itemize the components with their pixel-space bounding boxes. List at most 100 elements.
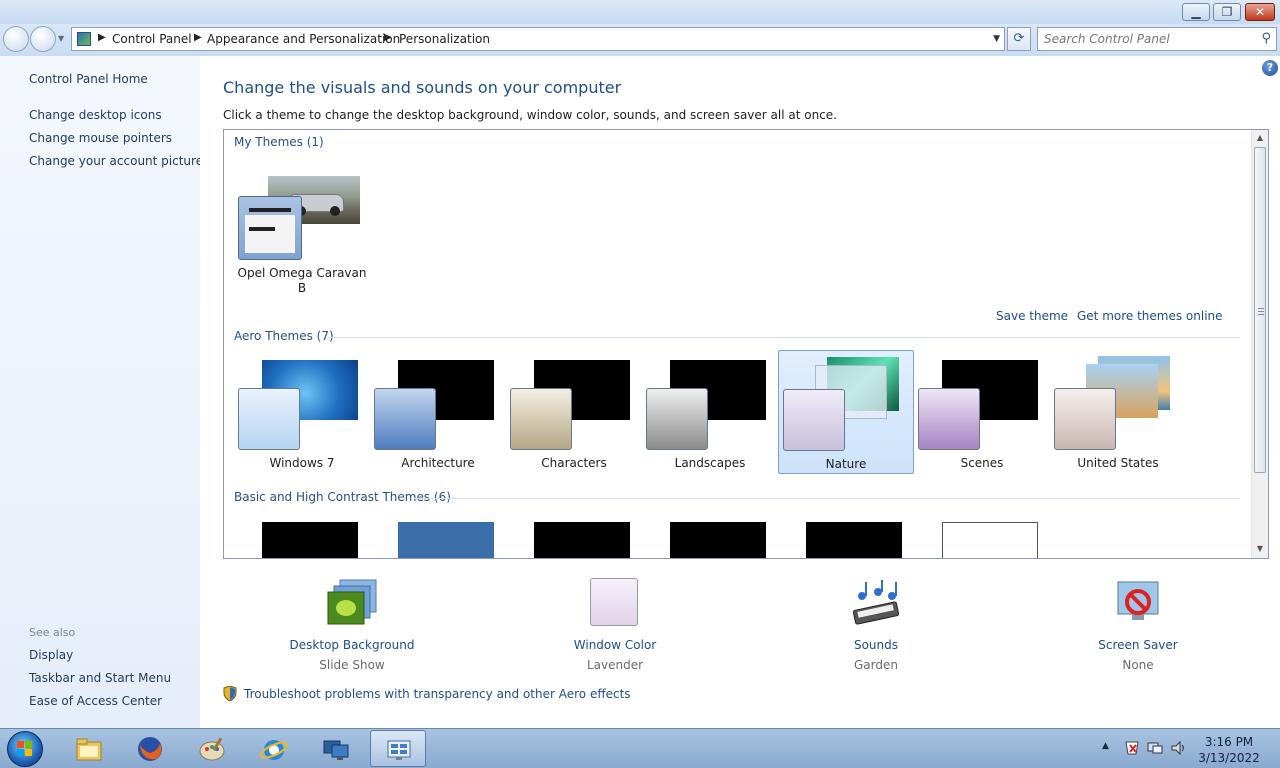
basic-wallpaper-thumbnail — [262, 522, 358, 558]
theme-label: Windows 7 — [269, 456, 335, 470]
breadcrumb-separator-icon[interactable]: ▶ — [384, 32, 392, 43]
taskbar-control-panel[interactable] — [370, 730, 426, 767]
basic-wallpaper-thumbnail — [806, 522, 902, 558]
theme-opel-omega-caravan-b[interactable]: Opel Omega Caravan B — [234, 166, 370, 296]
setting-name[interactable]: Window Color — [535, 638, 695, 652]
basic-theme-thumbnail[interactable] — [778, 512, 914, 559]
refresh-button[interactable]: ⟳ — [1007, 27, 1031, 51]
volume-icon[interactable] — [1171, 740, 1187, 756]
theme-label: Landscapes — [674, 456, 746, 470]
theme-nature[interactable]: Nature — [778, 350, 914, 474]
breadcrumb-separator-icon[interactable]: ▶ — [98, 32, 106, 43]
window-color-preview — [374, 558, 436, 559]
theme-list-scrollbar[interactable]: ▲ ▼ — [1251, 130, 1268, 558]
clock-date: 3/13/2022 — [1198, 751, 1260, 765]
theme-list[interactable]: My Themes (1) Opel Omega Caravan B Save … — [223, 129, 1269, 559]
network-icon[interactable] — [1147, 740, 1163, 756]
ease-of-access-link[interactable]: Ease of Access Center — [29, 694, 162, 708]
window-color-preview — [510, 558, 572, 559]
basic-wallpaper-thumbnail — [942, 522, 1038, 558]
window-color-preview — [782, 558, 844, 559]
theme-architecture[interactable]: Architecture — [370, 350, 506, 474]
system-clock[interactable]: 3:16 PM 3/13/2022 — [1194, 734, 1264, 766]
window-color-preview — [783, 389, 845, 451]
window-preview-page — [245, 215, 295, 253]
taskbar-windows-explorer[interactable] — [61, 730, 117, 767]
scroll-down-arrow-icon[interactable]: ▼ — [1252, 544, 1268, 553]
forward-button[interactable] — [30, 26, 56, 52]
breadcrumb-personalization[interactable]: Personalization — [399, 32, 490, 46]
help-icon[interactable]: ? — [1262, 60, 1278, 76]
setting-value: Slide Show — [319, 658, 385, 672]
sounds-icon — [852, 580, 900, 625]
taskbar-firefox[interactable] — [122, 730, 178, 767]
window-color-icon — [590, 578, 638, 626]
car-wheel-shape — [330, 206, 340, 216]
show-hidden-icons-icon[interactable]: ▲ — [1102, 741, 1109, 751]
change-mouse-pointers-link[interactable]: Change mouse pointers — [29, 131, 172, 145]
theme-label: Architecture — [401, 456, 475, 470]
basic-theme-thumbnail[interactable] — [506, 512, 642, 559]
control-panel-home-link[interactable]: Control Panel Home — [29, 72, 148, 86]
taskbar-internet-explorer[interactable] — [246, 730, 302, 767]
theme-landscapes[interactable]: Landscapes — [642, 350, 778, 474]
taskbar-start-menu-link[interactable]: Taskbar and Start Menu — [29, 671, 171, 685]
basic-theme-thumbnail[interactable] — [234, 512, 370, 558]
remote-desktop-icon — [323, 740, 349, 760]
basic-wallpaper-thumbnail — [534, 522, 630, 558]
setting-name[interactable]: Desktop Background — [272, 638, 432, 652]
display-link[interactable]: Display — [29, 648, 73, 662]
window-color-preview — [238, 196, 302, 260]
back-button[interactable] — [3, 26, 29, 52]
address-bar[interactable]: ▶ Control Panel ▶ Appearance and Persona… — [71, 27, 1005, 51]
breadcrumb-separator-icon[interactable]: ▶ — [194, 32, 202, 43]
restore-button[interactable]: ❐ — [1213, 3, 1241, 21]
recent-pages-dropdown-icon[interactable]: ▼ — [58, 34, 64, 43]
scrollbar-thumb[interactable] — [1254, 147, 1266, 473]
taskbar-remote-desktop[interactable] — [308, 730, 364, 767]
search-input[interactable] — [1044, 29, 1254, 49]
theme-scenes[interactable]: Scenes — [914, 350, 1050, 474]
basic-wallpaper-thumbnail — [670, 522, 766, 558]
scroll-up-arrow-icon[interactable]: ▲ — [1252, 133, 1268, 142]
breadcrumb-appearance[interactable]: Appearance and Personalization — [207, 32, 400, 46]
change-desktop-icons-link[interactable]: Change desktop icons — [29, 108, 162, 122]
save-theme-link[interactable]: Save theme — [996, 309, 1068, 323]
action-center-icon[interactable] — [1124, 740, 1140, 756]
theme-united-states[interactable]: United States — [1050, 350, 1186, 474]
close-button[interactable]: ✕ — [1245, 3, 1275, 21]
search-icon[interactable]: ⚲ — [1261, 31, 1271, 46]
window-color-preview — [510, 388, 572, 450]
basic-theme-thumbnail[interactable] — [370, 512, 506, 559]
get-more-themes-link[interactable]: Get more themes online — [1077, 309, 1223, 323]
taskbar-paint[interactable] — [184, 730, 240, 767]
address-dropdown-icon[interactable]: ▼ — [993, 34, 1000, 44]
restore-icon: ❐ — [1221, 5, 1233, 19]
firefox-icon — [138, 737, 162, 761]
window-color-preview — [646, 558, 708, 559]
breadcrumb-control-panel[interactable]: Control Panel — [112, 32, 192, 46]
setting-value: Lavender — [586, 658, 644, 672]
screen-saver-icon — [1117, 581, 1159, 620]
setting-name[interactable]: Screen Saver — [1058, 638, 1218, 652]
minimize-button[interactable]: ▁ — [1182, 3, 1210, 21]
window-color-preview — [374, 388, 436, 450]
window-color-preview — [238, 388, 300, 450]
page-subtitle: Click a theme to change the desktop back… — [223, 108, 837, 122]
navigation-bar: ▼ ▶ Control Panel ▶ Appearance and Perso… — [0, 24, 1280, 56]
search-box[interactable]: ⚲ — [1037, 27, 1277, 51]
theme-characters[interactable]: Characters — [506, 350, 642, 474]
window-color-preview — [1054, 388, 1116, 450]
change-account-picture-link[interactable]: Change your account picture — [29, 154, 203, 168]
basic-theme-thumbnail[interactable] — [914, 512, 1050, 558]
scrollbar-grip — [1258, 308, 1264, 315]
title-bar: ▁ ❐ ✕ — [0, 0, 1280, 24]
setting-name[interactable]: Sounds — [796, 638, 956, 652]
theme-windows-7[interactable]: Windows 7 — [234, 350, 370, 474]
setting-value: Garden — [854, 658, 898, 672]
troubleshoot-transparency-link[interactable]: Troubleshoot problems with transparency … — [244, 687, 631, 701]
folder-icon — [76, 738, 102, 761]
basic-theme-thumbnail[interactable] — [642, 512, 778, 559]
window-color-preview — [918, 388, 980, 450]
start-button[interactable] — [7, 731, 43, 767]
